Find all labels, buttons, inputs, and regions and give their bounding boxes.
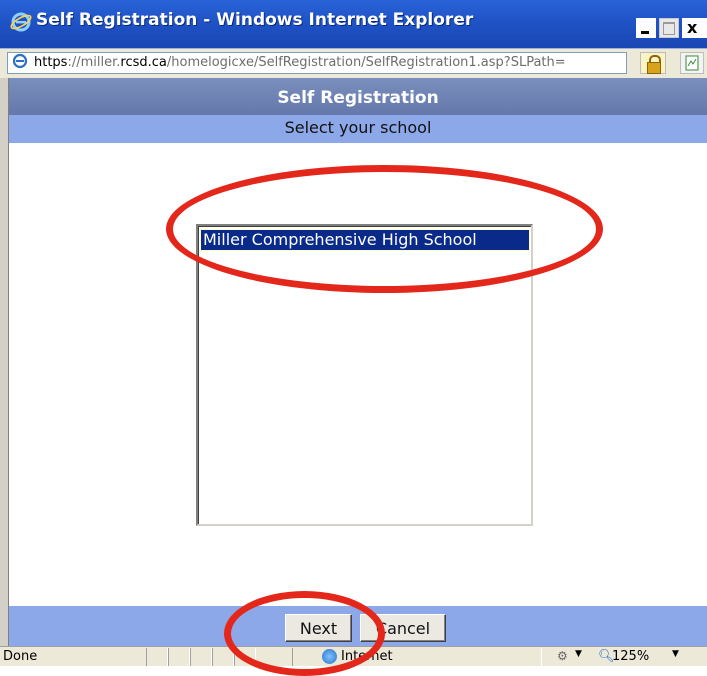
- annotation-ellipse-listbox: [166, 165, 603, 293]
- security-lock-icon[interactable]: [640, 52, 666, 74]
- page-subtitle: Select your school: [9, 115, 707, 143]
- maximize-button[interactable]: [659, 18, 679, 38]
- address-bar: https://miller.rcsd.ca/homelogicxe/SelfR…: [0, 48, 707, 78]
- zoom-level[interactable]: 125%: [612, 649, 649, 664]
- status-cell: [168, 648, 190, 666]
- url-path: /homelogicxe/SelfRegistration/SelfRegist…: [166, 55, 566, 70]
- chevron-down-icon[interactable]: ▼: [575, 649, 582, 659]
- page-content: Self Registration Select your school Mil…: [9, 78, 707, 646]
- status-cell: [146, 648, 168, 666]
- status-text: Done: [3, 649, 38, 664]
- url-field[interactable]: https://miller.rcsd.ca/homelogicxe/SelfR…: [7, 52, 627, 74]
- window-titlebar: Self Registration - Windows Internet Exp…: [0, 0, 707, 48]
- page-icon: [12, 53, 28, 69]
- status-cell: [190, 648, 212, 666]
- feeds-icon[interactable]: [680, 52, 704, 74]
- url-subdomain: miller.: [80, 55, 121, 70]
- url-separator: ://: [67, 55, 81, 70]
- annotation-ellipse-next: [224, 591, 385, 676]
- protected-mode-icon[interactable]: ⚙: [557, 649, 571, 663]
- url-scheme: https: [34, 55, 68, 70]
- minimize-button[interactable]: [636, 18, 656, 38]
- chevron-down-icon[interactable]: ▼: [672, 649, 679, 659]
- close-button[interactable]: x: [682, 18, 707, 38]
- url-host: rcsd.ca: [120, 55, 167, 70]
- window-left-border: [0, 78, 9, 646]
- page-title: Self Registration: [9, 78, 707, 115]
- internet-explorer-icon: [10, 12, 32, 32]
- window-title: Self Registration - Windows Internet Exp…: [36, 10, 474, 30]
